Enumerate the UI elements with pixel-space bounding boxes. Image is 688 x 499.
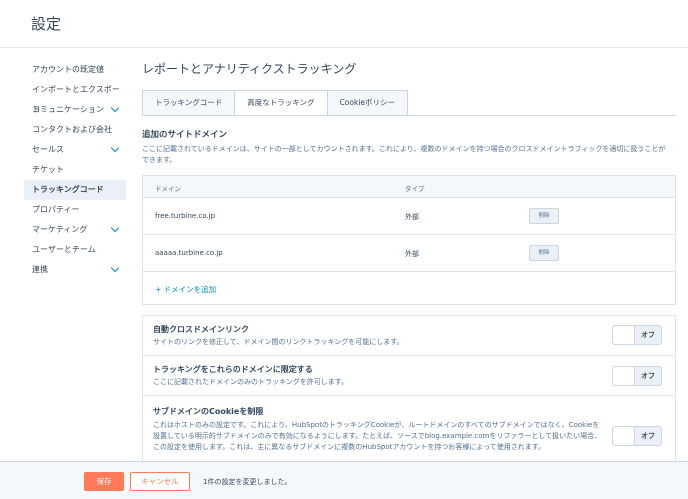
option-row-cross-domain: 自動クロスドメインリンク サイトのリンクを修正して、ドメイン間のリンクトラッキン…: [143, 316, 675, 356]
option-title: サブドメインのCookieを制限: [153, 407, 264, 416]
sidebar-item-properties[interactable]: プロパティー: [24, 200, 126, 220]
tracking-options-panel: 自動クロスドメインリンク サイトのリンクを修正して、ドメイン間のリンクトラッキン…: [142, 315, 676, 475]
toggle-knob: [613, 326, 635, 344]
cancel-button[interactable]: キャンセル: [130, 472, 190, 491]
sidebar-item-label: ユーザーとチーム: [32, 245, 96, 254]
tab-divider: [142, 115, 676, 116]
sidebar-item-marketing[interactable]: マーケティング: [24, 220, 126, 240]
save-button[interactable]: 保存: [84, 472, 124, 491]
toggle-state-label: オフ: [641, 372, 655, 380]
chevron-down-icon: [110, 143, 120, 153]
sidebar-item-sales[interactable]: セールス: [24, 140, 126, 160]
page-title: 設定: [31, 15, 62, 33]
table-row: free.turbine.co.jp 外部 削除: [143, 198, 675, 235]
sidebar-item-contacts-companies[interactable]: コンタクトおよび会社: [24, 120, 126, 140]
sidebar-item-label: コミュニケーション: [32, 105, 104, 114]
sidebar-item-label: チケット: [32, 165, 64, 174]
column-header-domain: ドメイン: [155, 185, 181, 193]
tab-bar: トラッキングコード 高度なトラッキング Cookieポリシー: [142, 90, 409, 116]
sidebar-item-account-defaults[interactable]: アカウントの既定値: [24, 60, 126, 80]
toggle-state-label: オフ: [641, 432, 655, 440]
chevron-down-icon: [110, 223, 120, 233]
sidebar-item-import-export[interactable]: インポートとエクスポート: [24, 80, 126, 114]
chevron-down-icon: [110, 103, 120, 113]
sidebar-item-label: プロパティー: [32, 205, 80, 214]
save-bar: 保存 キャンセル 1件の設定を変更しました。: [0, 461, 688, 499]
domain-type: 外部: [405, 213, 419, 221]
option-description: ここに記載されたドメインのみのトラッキングを許可します。: [153, 378, 349, 386]
tab-cookie-policy[interactable]: Cookieポリシー: [326, 90, 409, 116]
limit-domains-toggle[interactable]: オフ: [612, 366, 662, 386]
sidebar-item-tickets[interactable]: チケット: [24, 160, 126, 180]
option-title: 自動クロスドメインリンク: [153, 325, 249, 334]
tab-tracking-code[interactable]: トラッキングコード: [142, 90, 236, 116]
delete-domain-button[interactable]: 削除: [529, 245, 559, 261]
toggle-knob: [613, 367, 635, 385]
toggle-state-label: オフ: [641, 331, 655, 339]
cross-domain-toggle[interactable]: オフ: [612, 325, 662, 345]
domain-name: free.turbine.co.jp: [155, 212, 216, 220]
option-description: サイトのリンクを修正して、ドメイン間のリンクトラッキングを可能にします。: [153, 338, 404, 346]
toggle-knob: [613, 427, 635, 445]
option-description: これはホストのみの設定です。これにより、HubSpotのトラッキングCookie…: [153, 421, 602, 451]
sidebar-item-label: アカウントの既定値: [32, 65, 104, 74]
subdomain-cookie-toggle[interactable]: オフ: [612, 426, 662, 446]
section-heading: レポートとアナリティクストラッキング: [142, 62, 357, 76]
delete-domain-button[interactable]: 削除: [529, 208, 559, 224]
column-header-type: タイプ: [405, 185, 425, 193]
sidebar-item-label: セールス: [32, 145, 64, 154]
domain-type: 外部: [405, 250, 419, 258]
table-row: aaaaa.turbine.co.jp 外部 削除: [143, 235, 675, 272]
domains-section-description: ここに記載されているドメインは、サイトの一部としてカウントされます。これにより、…: [142, 145, 666, 164]
chevron-down-icon: [110, 263, 120, 273]
settings-sidebar: アカウントの既定値 インポートとエクスポート コミュニケーション コンタクトおよ…: [24, 60, 126, 280]
page-header: 設定: [0, 0, 688, 48]
sidebar-item-tracking-code[interactable]: トラッキングコード: [24, 180, 126, 200]
add-domain-link[interactable]: + ドメインを追加: [155, 284, 216, 295]
sidebar-item-label: コンタクトおよび会社: [32, 125, 112, 134]
sidebar-item-label: 連携: [32, 265, 48, 274]
unsaved-changes-status: 1件の設定を変更しました。: [203, 478, 292, 486]
sidebar-item-users-teams[interactable]: ユーザーとチーム: [24, 240, 126, 260]
sidebar-item-communication[interactable]: コミュニケーション: [24, 100, 126, 120]
sidebar-item-label: マーケティング: [32, 225, 88, 234]
domains-section-title: 追加のサイトドメイン: [142, 130, 228, 140]
option-title: トラッキングをこれらのドメインに限定する: [153, 365, 313, 374]
sidebar-item-integrations[interactable]: 連携: [24, 260, 126, 280]
option-row-limit-domains: トラッキングをこれらのドメインに限定する ここに記載されたドメインのみのトラッキ…: [143, 356, 675, 396]
domain-name: aaaaa.turbine.co.jp: [155, 249, 223, 257]
sidebar-item-label: トラッキングコード: [32, 185, 104, 194]
domains-table: ドメイン タイプ free.turbine.co.jp 外部 削除 aaaaa.…: [142, 175, 676, 305]
table-header: ドメイン タイプ: [143, 176, 675, 198]
tab-advanced-tracking[interactable]: 高度なトラッキング: [234, 90, 328, 116]
